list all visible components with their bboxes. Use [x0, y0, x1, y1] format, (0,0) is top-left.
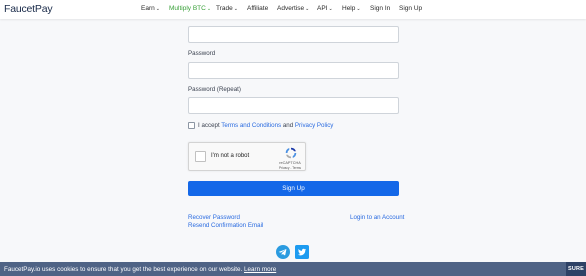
- nav-api[interactable]: API⌄: [317, 5, 333, 12]
- nav-help[interactable]: Help⌄: [342, 5, 361, 12]
- terms-checkbox[interactable]: [188, 121, 195, 129]
- nav-help-label: Help: [342, 5, 356, 12]
- terms-prefix: I accept: [198, 121, 222, 129]
- sign-up-button[interactable]: Sign Up: [188, 181, 399, 196]
- learn-more-link[interactable]: Learn more: [244, 266, 276, 273]
- cookie-text: FaucetPay.io uses cookies to ensure that…: [4, 266, 276, 273]
- nav-affiliate-label: Affiliate: [247, 5, 269, 12]
- chevron-down-icon: ⌄: [305, 6, 310, 12]
- login-link[interactable]: Login to an Account: [350, 214, 404, 221]
- chevron-down-icon: ⌄: [233, 6, 238, 12]
- nav-sign-up[interactable]: Sign Up: [399, 5, 422, 12]
- cookie-bar: FaucetPay.io uses cookies to ensure that…: [0, 262, 586, 276]
- recaptcha-label: I'm not a robot: [211, 153, 250, 159]
- nav-advertise-label: Advertise: [277, 5, 305, 12]
- password-input[interactable]: [188, 62, 399, 79]
- password-repeat-label: Password (Repeat): [188, 86, 241, 93]
- recaptcha-brand: reCAPTCHA: [279, 161, 301, 165]
- recaptcha-widget: I'm not a robot reCAPTCHA Privacy - Term…: [188, 142, 306, 171]
- cookie-message: FaucetPay.io uses cookies to ensure that…: [4, 265, 245, 273]
- chevron-down-icon: ⌄: [155, 6, 160, 12]
- nav-trade-label: Trade: [216, 5, 233, 12]
- terms-and: and: [281, 121, 295, 129]
- nav-trade[interactable]: Trade⌄: [216, 5, 238, 12]
- recaptcha-icon: [285, 147, 297, 159]
- nav-sign-in-label: Sign In: [370, 5, 391, 12]
- chevron-down-icon: ⌄: [356, 6, 361, 12]
- nav-sign-up-label: Sign Up: [399, 5, 423, 12]
- chevron-down-icon: ⌄: [206, 6, 212, 12]
- brand-logo[interactable]: FaucetPay: [4, 3, 53, 15]
- recover-password-link[interactable]: Recover Password: [188, 214, 240, 221]
- nav-earn-label: Earn: [141, 5, 155, 12]
- nav-affiliate[interactable]: Affiliate: [247, 5, 268, 12]
- recaptcha-terms[interactable]: Privacy - Terms: [275, 166, 305, 170]
- previous-field-input[interactable]: [188, 26, 399, 43]
- nav-multiply-label: Multiply BTC: [169, 5, 206, 12]
- password-label: Password: [188, 50, 216, 57]
- nav-earn[interactable]: Earn⌄: [141, 5, 160, 12]
- twitter-icon[interactable]: [295, 245, 309, 259]
- terms-link[interactable]: Terms and Conditions: [221, 122, 281, 129]
- password-repeat-input[interactable]: [188, 97, 399, 114]
- privacy-link[interactable]: Privacy Policy: [295, 122, 334, 129]
- nav-sign-in[interactable]: Sign In: [370, 5, 390, 12]
- nav-multiply-btc[interactable]: Multiply BTC⌄: [169, 5, 211, 12]
- nav-advertise[interactable]: Advertise⌄: [277, 5, 309, 12]
- top-navbar: FaucetPay Earn⌄ Multiply BTC⌄ Trade⌄ Aff…: [0, 0, 586, 19]
- nav-api-label: API: [317, 5, 328, 12]
- recaptcha-checkbox[interactable]: [195, 151, 206, 162]
- chevron-down-icon: ⌄: [328, 6, 333, 12]
- resend-confirmation-link[interactable]: Resend Confirmation Email: [188, 222, 263, 229]
- cookie-accept-button[interactable]: SURE: [566, 262, 586, 276]
- telegram-icon[interactable]: [276, 245, 290, 259]
- terms-text: I accept Terms and Conditions and Privac…: [198, 122, 333, 129]
